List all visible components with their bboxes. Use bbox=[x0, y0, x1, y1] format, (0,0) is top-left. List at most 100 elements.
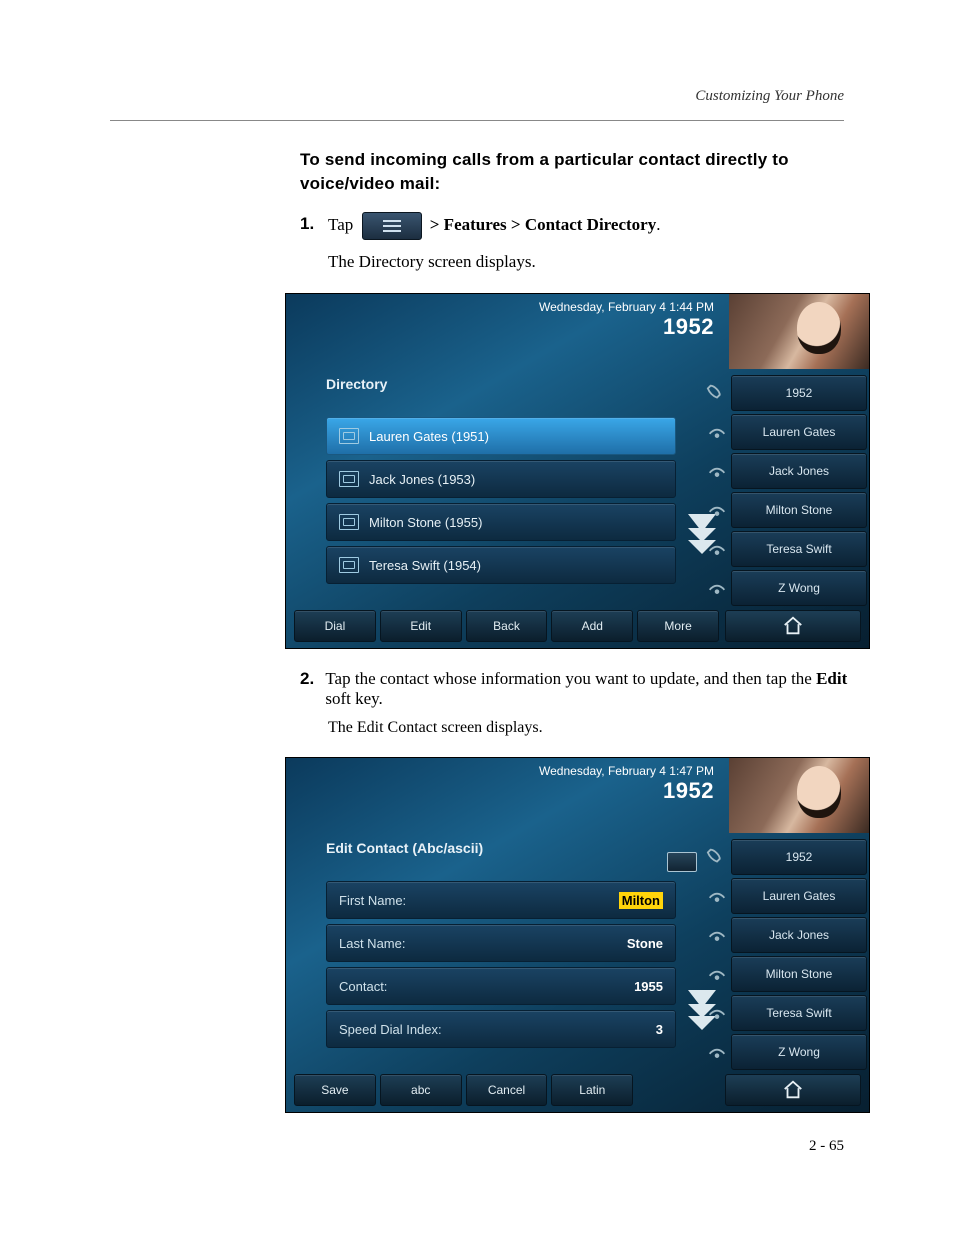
speed-dial-icon bbox=[706, 499, 728, 521]
line-key-label: Teresa Swift bbox=[766, 1006, 831, 1020]
speed-dial-icon bbox=[706, 577, 728, 599]
contact-card-icon bbox=[339, 428, 359, 444]
softkey-back[interactable]: Back bbox=[466, 610, 548, 642]
line-key[interactable]: Lauren Gates bbox=[731, 878, 867, 914]
page-number: 2 - 65 bbox=[809, 1138, 844, 1155]
line-key[interactable]: Z Wong bbox=[731, 570, 867, 606]
list-item-label: Milton Stone (1955) bbox=[369, 515, 482, 530]
line-key[interactable]: Teresa Swift bbox=[731, 995, 867, 1031]
line-key[interactable]: Jack Jones bbox=[731, 453, 867, 489]
step-2-result: The Edit Contact screen displays. bbox=[328, 719, 854, 737]
softkey-more[interactable]: More bbox=[637, 610, 719, 642]
line-key[interactable]: Milton Stone bbox=[731, 956, 867, 992]
softkey-cancel[interactable]: Cancel bbox=[466, 1074, 548, 1106]
step-number: 1. bbox=[300, 212, 328, 236]
contact-card-icon bbox=[339, 514, 359, 530]
field-value: Stone bbox=[627, 936, 663, 951]
list-item-label: Jack Jones (1953) bbox=[369, 472, 475, 487]
field-speed-dial-index[interactable]: Speed Dial Index: 3 bbox=[326, 1010, 676, 1048]
panel-title: Directory bbox=[326, 376, 387, 392]
list-item-label: Teresa Swift (1954) bbox=[369, 558, 481, 573]
line-key-label: Lauren Gates bbox=[763, 889, 836, 903]
keyboard-icon[interactable] bbox=[667, 852, 697, 872]
line-key-label: Z Wong bbox=[778, 1045, 820, 1059]
speed-dial-icon bbox=[706, 885, 728, 907]
line-key[interactable]: 1952 bbox=[731, 375, 867, 411]
status-extension: 1952 bbox=[539, 778, 714, 804]
softkey-latin[interactable]: Latin bbox=[551, 1074, 633, 1106]
status-extension: 1952 bbox=[539, 314, 714, 340]
line-key-label: 1952 bbox=[786, 386, 813, 400]
self-view-video bbox=[729, 758, 869, 833]
speed-dial-icon bbox=[706, 924, 728, 946]
contact-card-icon bbox=[339, 557, 359, 573]
status-datetime: Wednesday, February 4 1:44 PM bbox=[539, 300, 714, 314]
line-key[interactable]: Teresa Swift bbox=[731, 531, 867, 567]
softkey-abc[interactable]: abc bbox=[380, 1074, 462, 1106]
home-button[interactable] bbox=[725, 1074, 861, 1106]
edit-form: First Name: Milton Last Name: Stone Cont… bbox=[326, 876, 676, 1053]
softkey-edit[interactable]: Edit bbox=[380, 610, 462, 642]
period: . bbox=[656, 215, 660, 234]
field-contact[interactable]: Contact: 1955 bbox=[326, 967, 676, 1005]
line-key[interactable]: Z Wong bbox=[731, 1034, 867, 1070]
line-key-label: Milton Stone bbox=[766, 503, 833, 517]
list-item[interactable]: Teresa Swift (1954) bbox=[326, 546, 676, 584]
field-value: Milton bbox=[619, 892, 663, 909]
menu-icon bbox=[362, 212, 422, 240]
softkey-dial[interactable]: Dial bbox=[294, 610, 376, 642]
edit-contact-screenshot: Wednesday, February 4 1:47 PM 1952 Edit … bbox=[285, 757, 870, 1113]
list-item-label: Lauren Gates (1951) bbox=[369, 429, 489, 444]
line-key[interactable]: 1952 bbox=[731, 839, 867, 875]
line-key[interactable]: Jack Jones bbox=[731, 917, 867, 953]
home-button[interactable] bbox=[725, 610, 861, 642]
step-text: soft key. bbox=[325, 689, 382, 708]
step-text-tap: Tap bbox=[328, 215, 353, 234]
list-item[interactable]: Milton Stone (1955) bbox=[326, 503, 676, 541]
softkey-bar: Save abc Cancel Latin bbox=[294, 1074, 719, 1106]
directory-screenshot: Wednesday, February 4 1:44 PM 1952 Direc… bbox=[285, 293, 870, 649]
line-key-label: Lauren Gates bbox=[763, 425, 836, 439]
softkey-add[interactable]: Add bbox=[551, 610, 633, 642]
field-first-name[interactable]: First Name: Milton bbox=[326, 881, 676, 919]
step-body: Tap > Features > Contact Directory. bbox=[328, 212, 660, 240]
line-key-sidebar: 1952 Lauren Gates Jack Jones Milton Ston… bbox=[731, 372, 867, 609]
speed-dial-icon bbox=[706, 963, 728, 985]
line-key[interactable]: Milton Stone bbox=[731, 492, 867, 528]
status-bar: Wednesday, February 4 1:44 PM 1952 bbox=[539, 300, 714, 340]
step-1-result: The Directory screen displays. bbox=[328, 250, 854, 274]
field-value: 1955 bbox=[634, 979, 663, 994]
line-key-label: Teresa Swift bbox=[766, 542, 831, 556]
step-body: Tap the contact whose information you wa… bbox=[325, 669, 854, 709]
panel-title: Edit Contact (Abc/ascii) bbox=[326, 840, 483, 856]
step-number: 2. bbox=[300, 669, 325, 689]
step-1: 1. Tap > Features > Contact Directory. bbox=[300, 212, 854, 240]
handset-icon bbox=[706, 846, 728, 868]
speed-dial-icon bbox=[706, 1002, 728, 1024]
speed-dial-icon bbox=[706, 421, 728, 443]
line-key-label: Jack Jones bbox=[769, 928, 829, 942]
line-key-label: Milton Stone bbox=[766, 967, 833, 981]
running-header: Customizing Your Phone bbox=[695, 88, 844, 105]
contact-card-icon bbox=[339, 471, 359, 487]
speed-dial-icon bbox=[706, 538, 728, 560]
field-label: Contact: bbox=[339, 979, 387, 994]
line-key-label: Jack Jones bbox=[769, 464, 829, 478]
home-icon bbox=[782, 615, 804, 637]
field-label: First Name: bbox=[339, 893, 406, 908]
menu-path: > Features > Contact Directory bbox=[430, 215, 656, 234]
speed-dial-icon bbox=[706, 1041, 728, 1063]
field-label: Speed Dial Index: bbox=[339, 1022, 442, 1037]
speed-dial-icon bbox=[706, 460, 728, 482]
field-last-name[interactable]: Last Name: Stone bbox=[326, 924, 676, 962]
softkey-bar: Dial Edit Back Add More bbox=[294, 610, 719, 642]
self-view-video bbox=[729, 294, 869, 369]
softkey-save[interactable]: Save bbox=[294, 1074, 376, 1106]
status-datetime: Wednesday, February 4 1:47 PM bbox=[539, 764, 714, 778]
softkey-name: Edit bbox=[816, 669, 847, 688]
header-rule bbox=[110, 120, 844, 121]
list-item[interactable]: Lauren Gates (1951) bbox=[326, 417, 676, 455]
directory-list: Lauren Gates (1951) Jack Jones (1953) Mi… bbox=[326, 412, 676, 589]
line-key[interactable]: Lauren Gates bbox=[731, 414, 867, 450]
list-item[interactable]: Jack Jones (1953) bbox=[326, 460, 676, 498]
